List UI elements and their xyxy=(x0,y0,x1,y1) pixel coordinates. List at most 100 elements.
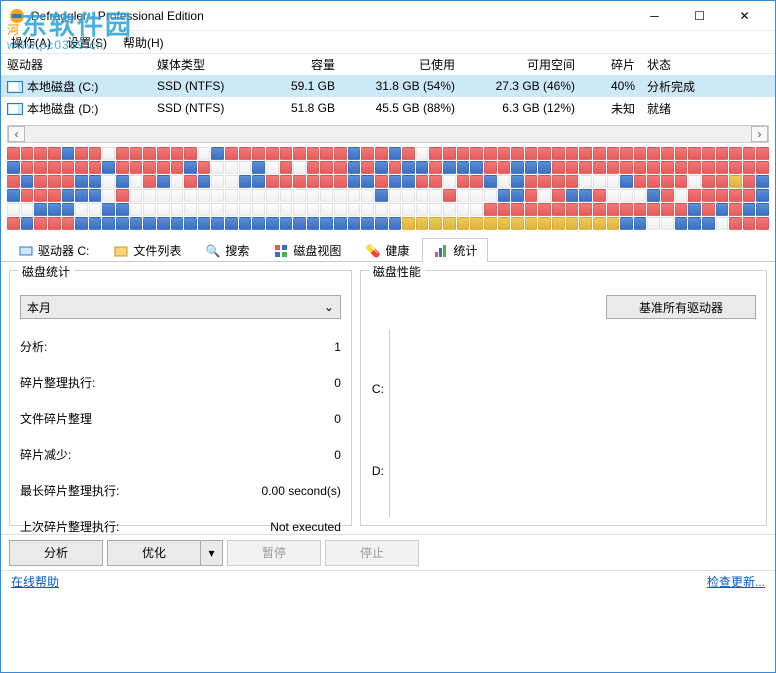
disk-block[interactable] xyxy=(361,175,374,188)
disk-block[interactable] xyxy=(375,147,388,160)
disk-block[interactable] xyxy=(634,217,647,230)
disk-block[interactable] xyxy=(320,203,333,216)
disk-block[interactable] xyxy=(661,189,674,202)
disk-block[interactable] xyxy=(538,189,551,202)
disk-block[interactable] xyxy=(157,217,170,230)
disk-block[interactable] xyxy=(579,203,592,216)
disk-block[interactable] xyxy=(211,175,224,188)
disk-block[interactable] xyxy=(130,217,143,230)
disk-block[interactable] xyxy=(116,175,129,188)
tab-search[interactable]: 🔍搜索 xyxy=(194,238,260,262)
disk-block[interactable] xyxy=(620,217,633,230)
disk-block[interactable] xyxy=(484,147,497,160)
disk-block[interactable] xyxy=(607,147,620,160)
disk-block[interactable] xyxy=(7,217,20,230)
disk-block[interactable] xyxy=(171,189,184,202)
online-help-link[interactable]: 在线帮助 xyxy=(11,573,59,590)
disk-block[interactable] xyxy=(116,217,129,230)
disk-block[interactable] xyxy=(484,217,497,230)
disk-block[interactable] xyxy=(116,189,129,202)
disk-block[interactable] xyxy=(661,217,674,230)
disk-block[interactable] xyxy=(211,189,224,202)
disk-block[interactable] xyxy=(607,203,620,216)
scroll-right-icon[interactable]: › xyxy=(751,126,768,142)
disk-block[interactable] xyxy=(743,161,756,174)
disk-block[interactable] xyxy=(75,147,88,160)
disk-block[interactable] xyxy=(470,189,483,202)
disk-block[interactable] xyxy=(702,189,715,202)
close-button[interactable]: ✕ xyxy=(722,1,767,30)
disk-block[interactable] xyxy=(334,217,347,230)
disk-block[interactable] xyxy=(457,175,470,188)
disk-block[interactable] xyxy=(729,189,742,202)
disk-block[interactable] xyxy=(34,161,47,174)
disk-block[interactable] xyxy=(348,203,361,216)
disk-block[interactable] xyxy=(102,161,115,174)
disk-block[interactable] xyxy=(416,189,429,202)
disk-block[interactable] xyxy=(348,147,361,160)
disk-block[interactable] xyxy=(307,189,320,202)
disk-block[interactable] xyxy=(620,175,633,188)
disk-block[interactable] xyxy=(307,203,320,216)
disk-block[interactable] xyxy=(511,161,524,174)
disk-block[interactable] xyxy=(293,147,306,160)
disk-block[interactable] xyxy=(743,217,756,230)
disk-block[interactable] xyxy=(566,189,579,202)
disk-block[interactable] xyxy=(21,189,34,202)
disk-block[interactable] xyxy=(634,161,647,174)
disk-block[interactable] xyxy=(348,161,361,174)
col-drive[interactable]: 驱动器 xyxy=(7,56,157,73)
disk-block[interactable] xyxy=(525,189,538,202)
disk-block[interactable] xyxy=(566,161,579,174)
disk-block[interactable] xyxy=(498,217,511,230)
disk-block[interactable] xyxy=(89,203,102,216)
disk-block[interactable] xyxy=(130,203,143,216)
disk-block[interactable] xyxy=(484,161,497,174)
disk-block[interactable] xyxy=(457,161,470,174)
disk-block[interactable] xyxy=(552,161,565,174)
disk-block[interactable] xyxy=(320,161,333,174)
disk-block[interactable] xyxy=(716,147,729,160)
disk-block[interactable] xyxy=(102,175,115,188)
disk-block[interactable] xyxy=(552,217,565,230)
disk-block[interactable] xyxy=(593,161,606,174)
disk-block[interactable] xyxy=(525,203,538,216)
disk-block[interactable] xyxy=(21,175,34,188)
disk-block[interactable] xyxy=(143,147,156,160)
disk-block[interactable] xyxy=(756,203,769,216)
disk-block[interactable] xyxy=(484,203,497,216)
disk-block[interactable] xyxy=(498,161,511,174)
disk-block[interactable] xyxy=(688,147,701,160)
tab-files[interactable]: 文件列表 xyxy=(102,238,192,262)
disk-block[interactable] xyxy=(579,175,592,188)
disk-block[interactable] xyxy=(62,147,75,160)
disk-block[interactable] xyxy=(729,161,742,174)
drive-row-d[interactable]: 本地磁盘 (D:) SSD (NTFS) 51.8 GB 45.5 GB (88… xyxy=(1,97,775,119)
disk-block[interactable] xyxy=(525,217,538,230)
disk-block[interactable] xyxy=(34,217,47,230)
disk-block[interactable] xyxy=(688,175,701,188)
disk-block[interactable] xyxy=(702,147,715,160)
disk-block[interactable] xyxy=(675,189,688,202)
disk-block[interactable] xyxy=(102,203,115,216)
disk-block[interactable] xyxy=(225,217,238,230)
disk-block[interactable] xyxy=(647,189,660,202)
disk-block[interactable] xyxy=(225,189,238,202)
disk-block[interactable] xyxy=(593,203,606,216)
disk-block[interactable] xyxy=(675,175,688,188)
disk-block[interactable] xyxy=(470,175,483,188)
disk-block[interactable] xyxy=(102,189,115,202)
disk-block[interactable] xyxy=(402,217,415,230)
disk-block[interactable] xyxy=(293,203,306,216)
disk-block[interactable] xyxy=(702,161,715,174)
disk-block[interactable] xyxy=(239,175,252,188)
disk-block[interactable] xyxy=(7,203,20,216)
disk-block[interactable] xyxy=(361,161,374,174)
disk-block[interactable] xyxy=(525,175,538,188)
disk-block[interactable] xyxy=(661,161,674,174)
disk-block[interactable] xyxy=(402,147,415,160)
col-frag[interactable]: 碎片 xyxy=(587,56,647,73)
disk-block[interactable] xyxy=(702,217,715,230)
disk-block[interactable] xyxy=(429,203,442,216)
disk-block[interactable] xyxy=(89,147,102,160)
